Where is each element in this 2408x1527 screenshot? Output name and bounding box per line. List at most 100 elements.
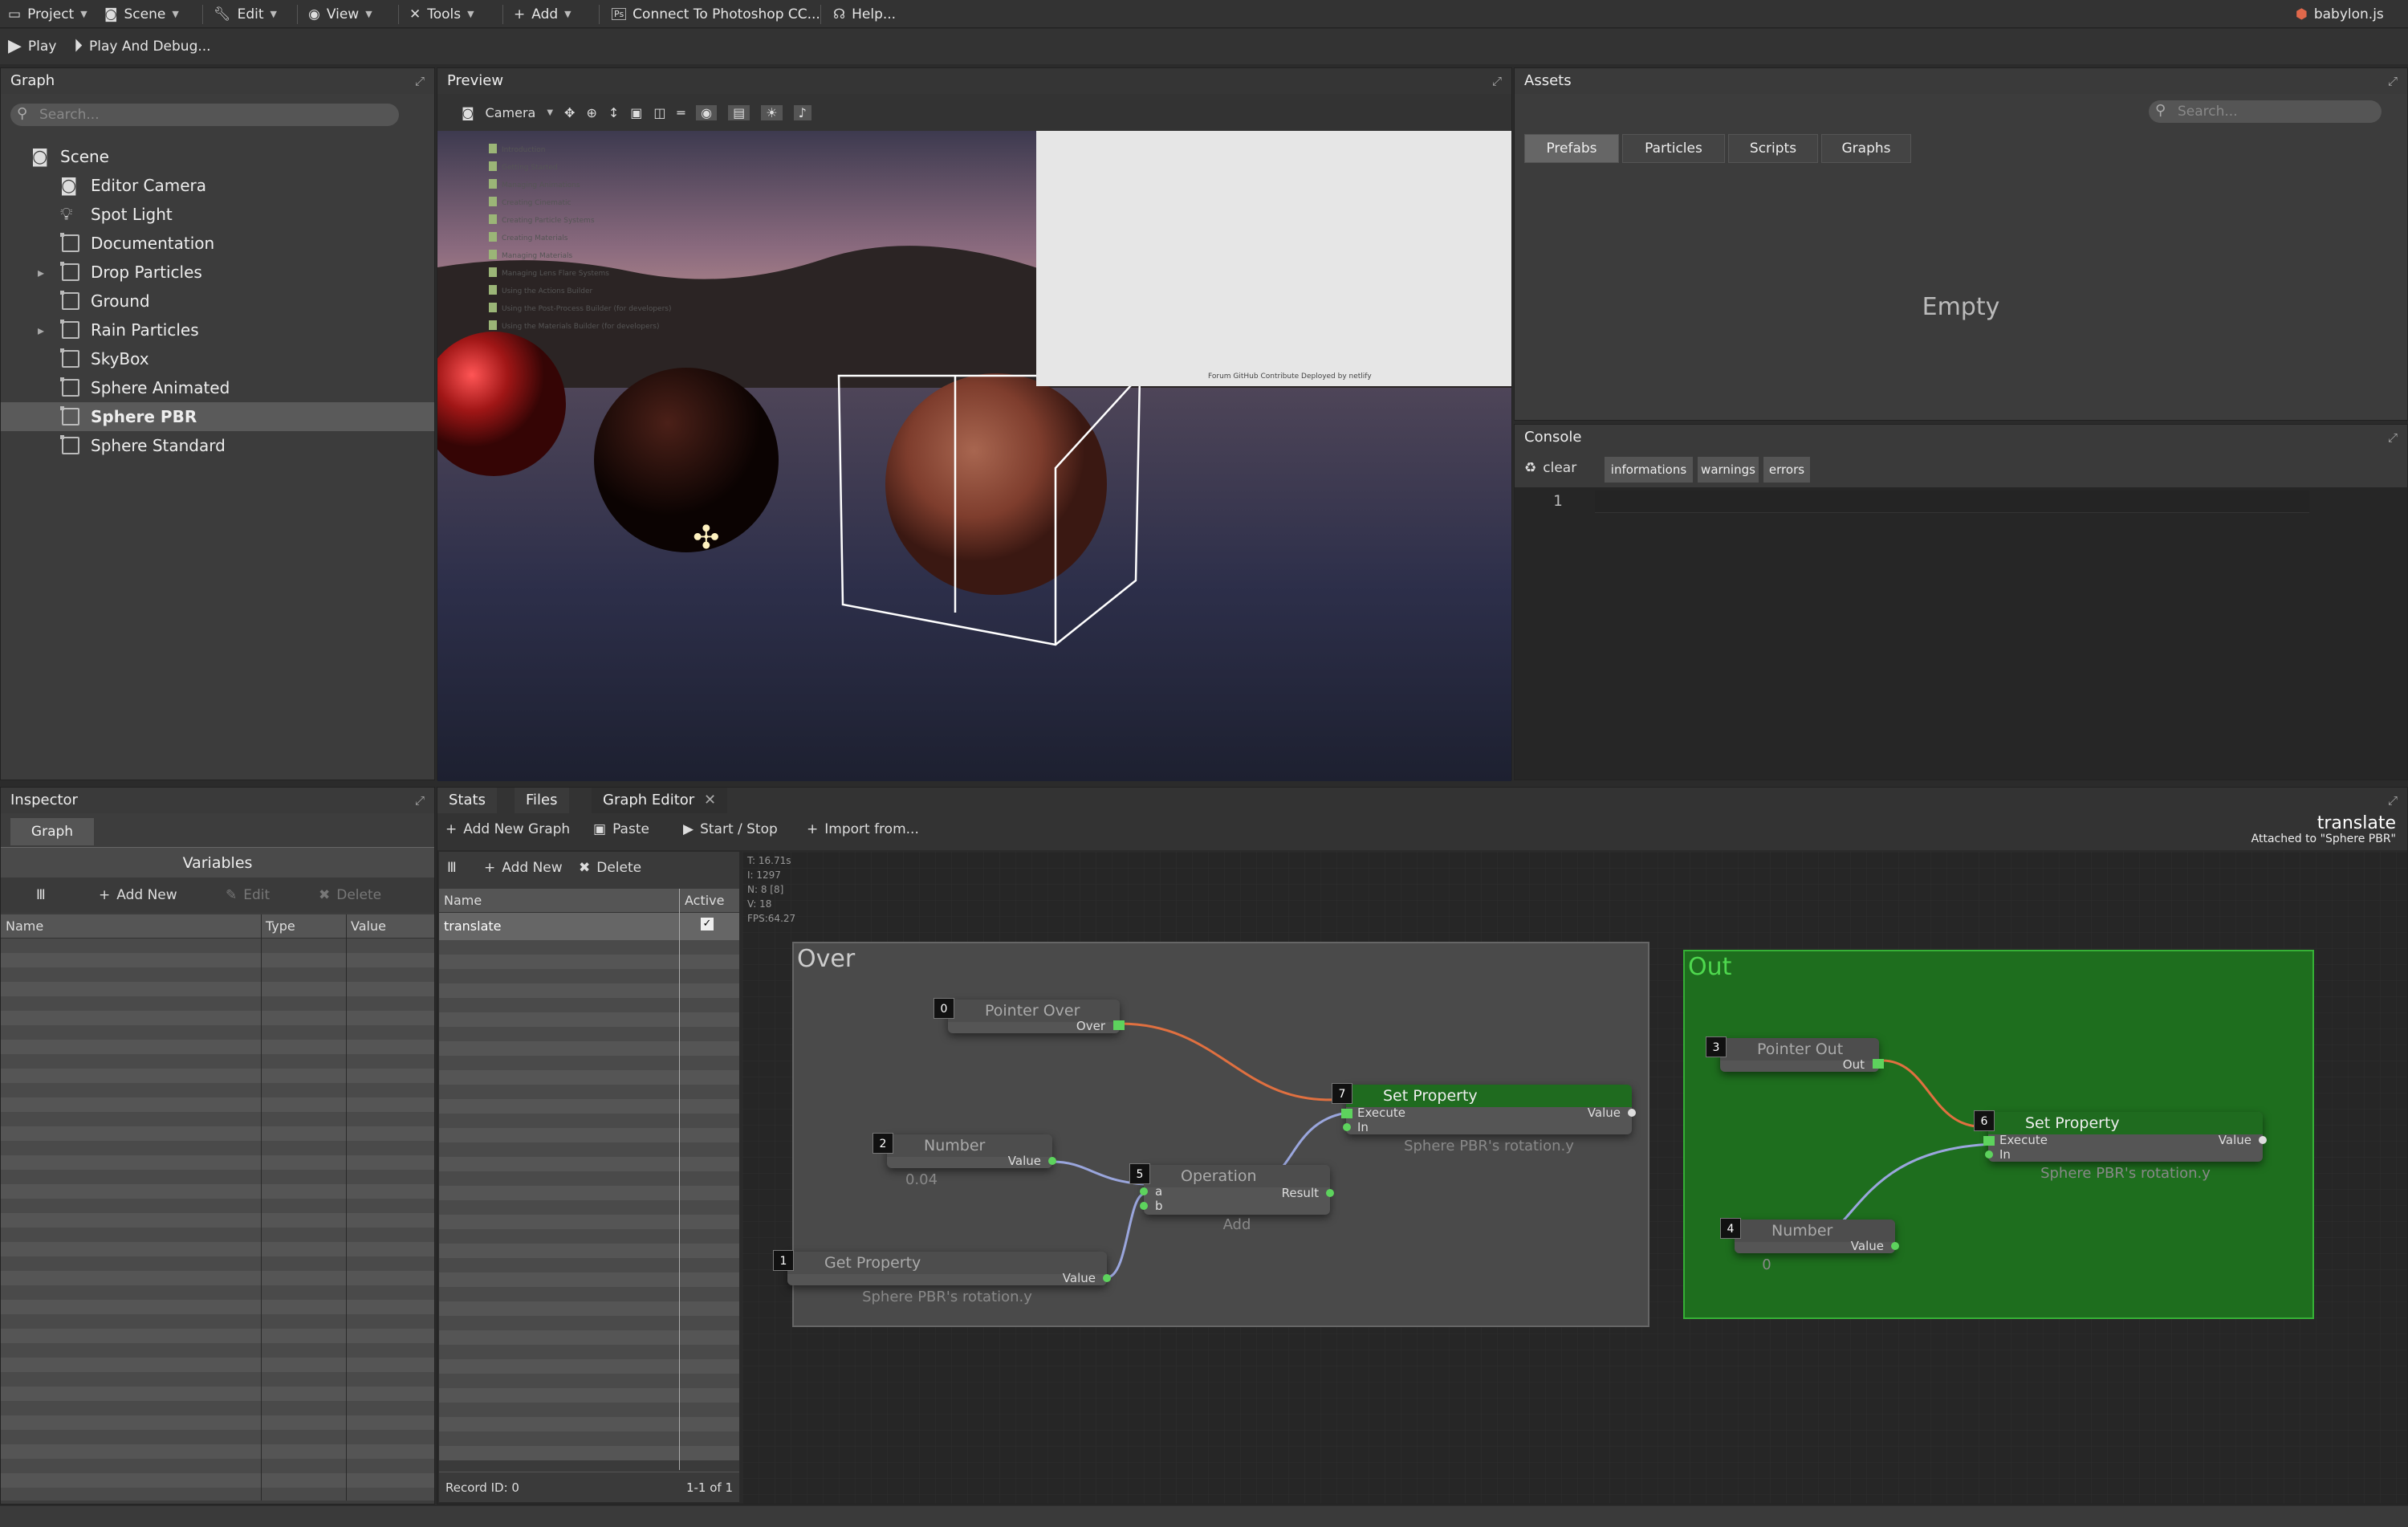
sphere-pbr[interactable]	[885, 373, 1107, 595]
close-icon[interactable]: ✕	[704, 792, 716, 808]
input-b-port[interactable]	[1140, 1202, 1148, 1210]
scene-viewport[interactable]: ✣ Introduction Getting Started Managing An…	[437, 131, 1511, 781]
maximize-icon[interactable]: ⤢	[2388, 431, 2401, 444]
play-debug-button[interactable]: ⏵ Play And Debug...	[74, 32, 211, 60]
doc-line[interactable]: Managing Materials	[502, 252, 573, 260]
columns-button[interactable]: Ⅲ	[36, 887, 46, 903]
doc-line[interactable]: Managing Lens Flare Systems	[502, 270, 609, 278]
value-out-port[interactable]	[1103, 1274, 1111, 1282]
menu-scene[interactable]: ◙ Scene ▼	[104, 0, 179, 28]
console-clear-button[interactable]: ♻ clear	[1524, 460, 1576, 476]
node-set-property[interactable]: 7 Set Property Execute In Value Sphere P…	[1332, 1083, 1636, 1154]
grid-icon[interactable]: ═	[677, 105, 685, 120]
tree-item[interactable]: ▸ Rain Particles	[1, 316, 434, 344]
eye-toggle-icon[interactable]: ◉	[696, 104, 718, 120]
columns-button[interactable]: Ⅲ	[447, 860, 457, 876]
exec-out-port[interactable]	[1113, 1020, 1125, 1030]
menu-edit[interactable]: 🔧︎ Edit ▼	[214, 0, 277, 28]
doc-line[interactable]: Getting Started	[502, 164, 558, 172]
delete-graph-button[interactable]: ✖ Delete	[579, 860, 641, 876]
tree-item[interactable]: SkyBox	[1, 344, 434, 373]
spot-light-gizmo-icon[interactable]: ✣	[693, 519, 720, 556]
maximize-icon[interactable]: ⤢	[2388, 794, 2401, 807]
column-name[interactable]: Name	[6, 918, 43, 934]
sound-icon[interactable]: ♪	[793, 104, 811, 120]
in-port[interactable]	[1985, 1150, 1993, 1158]
node-number[interactable]: 4 Number Value 0	[1720, 1218, 1899, 1273]
expand-arrow-icon[interactable]: ▸	[38, 265, 44, 280]
doc-line[interactable]: Using the Actions Builder	[502, 287, 593, 295]
column-value[interactable]: Value	[351, 918, 386, 934]
column-type[interactable]: Type	[266, 918, 295, 934]
node-number[interactable]: 2 Number Value 0.04	[872, 1133, 1056, 1188]
maximize-icon[interactable]: ⤢	[1492, 75, 1505, 88]
tab-graph-editor[interactable]: Graph Editor ✕	[592, 788, 728, 813]
layout-icon[interactable]: ◫	[653, 105, 665, 120]
camera-select[interactable]: Camera	[486, 105, 536, 120]
add-new-graph-button[interactable]: + Add New Graph	[445, 821, 570, 837]
filter-errors[interactable]: errors	[1763, 457, 1810, 483]
camera-icon[interactable]: ◙	[462, 105, 474, 120]
assets-search-input[interactable]: ⚲ Search...	[2149, 100, 2382, 123]
doc-line[interactable]: Creating Cinematic	[502, 199, 571, 207]
edit-variable-button[interactable]: ✎ Edit	[226, 887, 270, 903]
maximize-icon[interactable]: ⤢	[415, 75, 428, 88]
tab-particles[interactable]: Particles	[1622, 134, 1725, 163]
menu-project[interactable]: ▭ Project ▼	[8, 0, 87, 28]
tree-item[interactable]: Ground	[1, 287, 434, 316]
maximize-icon[interactable]: ⤢	[415, 794, 428, 807]
tab-files[interactable]: Files	[515, 788, 569, 813]
value-out-port[interactable]	[1048, 1157, 1056, 1165]
value-out-port[interactable]	[1628, 1109, 1636, 1117]
menu-tools[interactable]: ✕ Tools ▼	[409, 0, 474, 28]
light-toggle-icon[interactable]: ☀	[761, 104, 783, 120]
node-operation[interactable]: 5 Operation a b Result Add	[1129, 1163, 1334, 1233]
start-stop-button[interactable]: ▶ Start / Stop	[683, 821, 778, 837]
value-out-port[interactable]	[1891, 1242, 1899, 1250]
bounding-box-icon[interactable]: ▣	[630, 105, 642, 120]
filter-informations[interactable]: informations	[1605, 457, 1693, 483]
menu-help[interactable]: ☊ Help...	[833, 0, 896, 28]
doc-line[interactable]: Using the Materials Builder (for develop…	[502, 323, 660, 331]
move-icon[interactable]: ✥	[564, 105, 575, 120]
tree-item-scene[interactable]: ◙ Scene	[1, 142, 434, 171]
input-a-port[interactable]	[1140, 1187, 1148, 1195]
menu-add[interactable]: + Add ▼	[514, 0, 571, 28]
sphere-animated[interactable]	[594, 368, 779, 552]
exec-out-port[interactable]	[1873, 1059, 1884, 1069]
column-name[interactable]: Name	[444, 893, 482, 908]
node-pointer-out[interactable]: 3 Pointer Out Out	[1706, 1036, 1884, 1072]
filter-warnings[interactable]: warnings	[1698, 457, 1759, 483]
result-out-port[interactable]	[1326, 1189, 1334, 1197]
add-variable-button[interactable]: + Add New	[99, 887, 177, 903]
menu-connect-photoshop[interactable]: Ps Connect To Photoshop CC...	[612, 0, 820, 28]
tree-item[interactable]: Sphere PBR	[1, 402, 434, 431]
import-from-button[interactable]: + Import from...	[807, 821, 919, 837]
graph-canvas[interactable]: T: 16.71s I: 1297 N: 8 [8] V: 18 FPS:64.…	[742, 852, 2407, 1504]
tab-prefabs[interactable]: Prefabs	[1524, 134, 1619, 163]
tree-item[interactable]: Sphere Animated	[1, 373, 434, 402]
node-set-property[interactable]: 6 Set Property Execute In Value Sphere P…	[1974, 1110, 2267, 1182]
tab-stats[interactable]: Stats	[437, 788, 497, 813]
tree-item[interactable]: Sphere Standard	[1, 431, 434, 460]
maximize-icon[interactable]: ⤢	[2388, 75, 2401, 88]
play-button[interactable]: ▶ Play	[8, 32, 56, 60]
node-get-property[interactable]: 1 Get Property Value Sphere PBR's rotati…	[773, 1250, 1111, 1305]
add-graph-button[interactable]: + Add New	[484, 860, 563, 876]
tree-item[interactable]: ▸ Drop Particles	[1, 258, 434, 287]
column-active[interactable]: Active	[685, 893, 725, 908]
delete-variable-button[interactable]: ✖ Delete	[319, 887, 381, 903]
tree-item[interactable]: ◙ Editor Camera	[1, 171, 434, 200]
table-row[interactable]: translate ✓	[439, 913, 739, 940]
tab-scripts[interactable]: Scripts	[1728, 134, 1818, 163]
paste-button[interactable]: ▣ Paste	[593, 821, 649, 837]
exec-in-port[interactable]	[1983, 1136, 1995, 1146]
documentation-plane[interactable]	[1036, 131, 1511, 386]
inspector-tab-graph[interactable]: Graph	[10, 818, 94, 845]
expand-arrow-icon[interactable]: ▸	[38, 323, 44, 338]
graph-search-input[interactable]: ⚲ Search...	[10, 104, 399, 126]
doc-line[interactable]: Creating Particle Systems	[502, 217, 595, 225]
rotate-icon[interactable]: ⊕	[586, 105, 596, 120]
tab-graphs[interactable]: Graphs	[1821, 134, 1911, 163]
postprocess-icon[interactable]: ▤	[728, 104, 750, 120]
